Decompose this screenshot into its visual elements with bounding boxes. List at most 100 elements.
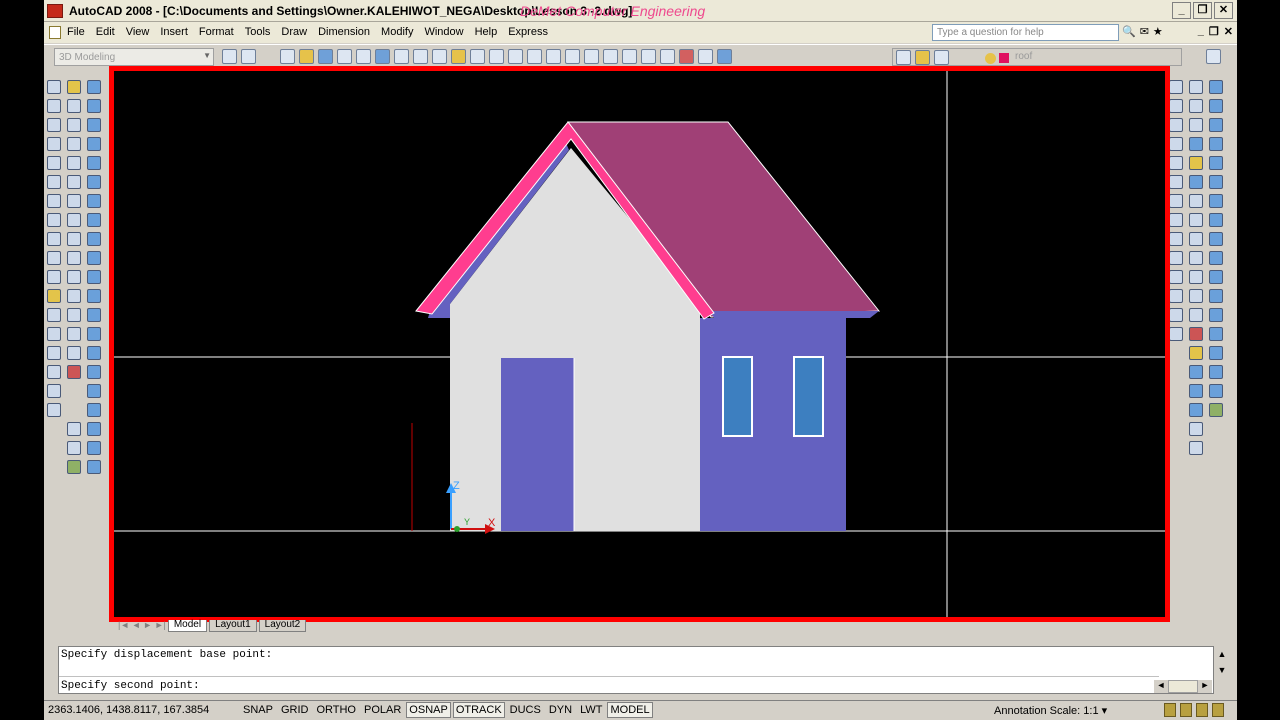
pyramid-icon[interactable] [87,194,101,208]
menu-file[interactable]: File [67,26,85,38]
autocad-app-icon[interactable] [47,4,63,18]
nw-iso-icon[interactable] [1169,308,1183,322]
offset-icon[interactable] [67,137,81,151]
workspace-settings-icon[interactable] [222,49,237,64]
revision-cloud-icon[interactable] [47,213,61,227]
command-line-window[interactable]: Specify displacement base point: Specify… [58,646,1214,694]
copy-face-icon[interactable] [1209,327,1223,341]
grid-toggle[interactable]: GRID [278,702,312,718]
drawing-canvas[interactable]: Z Y X [114,71,1165,617]
scroll-up-arrow-icon[interactable]: ▲ [1214,646,1230,662]
bottom-view-icon[interactable] [1169,156,1183,170]
annotation-visibility-icon[interactable] [1164,703,1176,717]
scroll-left-arrow-icon[interactable]: ◄ [1154,680,1168,693]
swivel-icon[interactable] [1189,270,1203,284]
fly-icon[interactable] [1189,308,1203,322]
plot-preview-icon[interactable] [356,49,371,64]
chamfer-icon[interactable] [67,327,81,341]
dyn-toggle[interactable]: DYN [546,702,575,718]
break-icon[interactable] [67,289,81,303]
workspace-gear-icon[interactable] [241,49,256,64]
ortho-toggle[interactable]: ORTHO [313,702,359,718]
3d-hidden-icon[interactable] [1189,99,1203,113]
edit-edges-icon[interactable] [1209,403,1223,417]
annotation-scale[interactable]: Annotation Scale: 1:1 ▾ [994,704,1107,717]
command-hscrollbar[interactable]: ◄ ► [1154,680,1212,693]
properties-icon[interactable] [603,49,618,64]
design-center-icon[interactable] [622,49,637,64]
scale-icon[interactable] [67,213,81,227]
adjust-distance-icon[interactable] [1189,251,1203,265]
save-icon[interactable] [318,49,333,64]
model-toggle[interactable]: MODEL [607,702,653,718]
zoom-window-icon[interactable] [565,49,580,64]
menu-draw[interactable]: Draw [281,26,307,38]
3d-move-icon[interactable] [87,403,101,417]
line-icon[interactable] [47,80,61,94]
cone-icon[interactable] [87,118,101,132]
chevron-down-icon[interactable]: ▾ [1102,705,1108,717]
helix-icon[interactable] [87,213,101,227]
layer-control[interactable]: roof [892,48,1182,66]
copy-icon[interactable] [413,49,428,64]
polar-toggle[interactable]: POLAR [361,702,404,718]
layer-states-icon[interactable] [896,50,911,65]
3d-orbit-icon[interactable] [1189,194,1203,208]
sw-iso-icon[interactable] [1169,251,1183,265]
help-search-input[interactable]: Type a question for help [932,24,1119,41]
pan-icon[interactable] [527,49,542,64]
arc-icon[interactable] [47,175,61,189]
planar-surface-icon[interactable] [87,232,101,246]
camera-icon[interactable] [1189,175,1203,189]
mapping-icon[interactable] [1189,156,1203,170]
plot-icon[interactable] [337,49,352,64]
ucs-icon[interactable] [67,422,81,436]
stretch-icon[interactable] [67,232,81,246]
advanced-render-icon[interactable] [1209,175,1223,189]
menu-view[interactable]: View [126,26,150,38]
3d-align-icon[interactable] [87,441,101,455]
tab-layout1[interactable]: Layout1 [209,620,257,632]
top-view-icon[interactable] [1169,137,1183,151]
tool-palettes-icon[interactable] [641,49,656,64]
doc-minimize-button[interactable]: _ [1198,25,1204,38]
rectangle-icon[interactable] [47,156,61,170]
move-face-icon[interactable] [1209,232,1223,246]
rotate-icon[interactable] [67,194,81,208]
insert-block-icon[interactable] [47,289,61,303]
close-button[interactable]: ✕ [1214,2,1233,19]
ducs-toggle[interactable]: DUCS [507,702,544,718]
menu-modify[interactable]: Modify [381,26,413,38]
layer-freeze-icon[interactable] [934,50,949,65]
menu-help[interactable]: Help [475,26,498,38]
clean-icon[interactable] [1209,365,1223,379]
revolve-icon[interactable] [87,308,101,322]
new-file-icon[interactable] [280,49,295,64]
paste-icon[interactable] [432,49,447,64]
array-icon[interactable] [67,156,81,170]
spline-icon[interactable] [47,232,61,246]
menu-tools[interactable]: Tools [245,26,271,38]
se-iso-icon[interactable] [1169,270,1183,284]
menu-insert[interactable]: Insert [160,26,188,38]
doc-close-button[interactable]: ✕ [1224,25,1233,38]
render-icon[interactable] [1209,80,1223,94]
move-icon[interactable] [67,175,81,189]
minimize-button[interactable]: _ [1172,2,1191,19]
free-orbit-icon[interactable] [1189,213,1203,227]
circle-icon[interactable] [47,194,61,208]
extrude-icon[interactable] [87,251,101,265]
scroll-down-arrow-icon[interactable]: ▼ [1214,662,1230,678]
sweep-icon[interactable] [87,289,101,303]
open-file-icon[interactable] [299,49,314,64]
extend-icon[interactable] [67,270,81,284]
back-view-icon[interactable] [1169,232,1183,246]
osnap-toggle[interactable]: OSNAP [406,702,451,718]
block-editor-icon[interactable] [470,49,485,64]
ucs-origin-icon[interactable] [67,460,81,474]
construction-line-icon[interactable] [47,99,61,113]
rotate-face-icon[interactable] [1209,289,1223,303]
sheet-set-icon[interactable] [660,49,675,64]
erase-icon[interactable] [67,80,81,94]
undo-icon[interactable] [489,49,504,64]
